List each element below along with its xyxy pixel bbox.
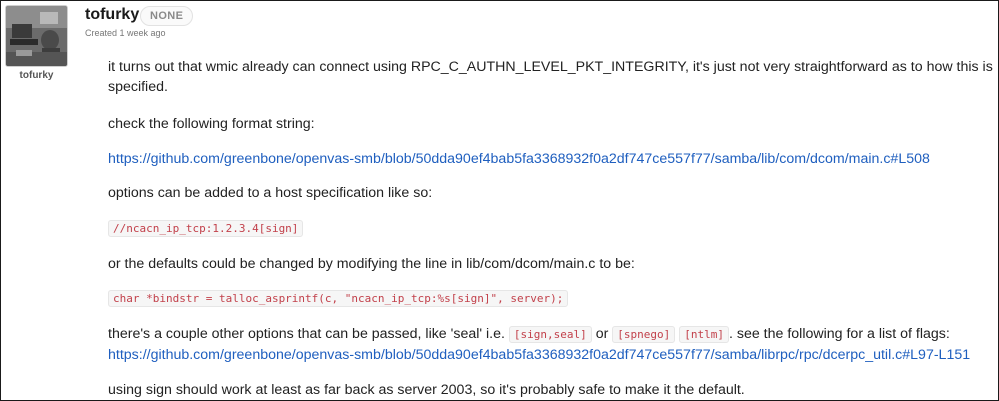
or-text: or <box>595 326 609 342</box>
post-paragraph-9: using sign should work at least as far b… <box>108 382 745 398</box>
post-paragraph-4: options can be added to a host specifica… <box>108 185 433 201</box>
role-badge: NONE <box>140 6 194 26</box>
created-timestamp: Created 1 week ago <box>85 28 166 38</box>
post-paragraph-8: there's a couple other options that can … <box>108 324 970 365</box>
sign-seal-code: [sign,seal] <box>508 326 592 343</box>
ntlm-code: [ntlm] <box>679 326 729 343</box>
flags-list-link[interactable]: https://github.com/greenbone/openvas-smb… <box>108 347 970 363</box>
avatar-caption: tofurky <box>19 70 54 81</box>
post-paragraph-7: char *bindstr = talloc_asprintf(c, "ncac… <box>108 288 569 309</box>
bindstr-code: char *bindstr = talloc_asprintf(c, "ncac… <box>108 290 569 307</box>
options-text: there's a couple other options that can … <box>108 326 505 342</box>
username[interactable]: tofurky <box>85 6 139 24</box>
post-paragraph-2: check the following format string: <box>108 116 315 132</box>
host-spec-code: //ncacn_ip_tcp:1.2.3.4[sign] <box>108 220 304 237</box>
spnego-code: [spnego] <box>612 326 676 343</box>
post-paragraph-1: it turns out that wmic already can conne… <box>108 59 993 95</box>
avatar-photo <box>6 6 67 66</box>
flags-text: . see the following for a list of flags: <box>728 326 950 342</box>
post-paragraph-3: https://github.com/greenbone/openvas-smb… <box>108 149 930 169</box>
post-paragraph-5: //ncacn_ip_tcp:1.2.3.4[sign] <box>108 218 304 239</box>
post-paragraph-6: or the defaults could be changed by modi… <box>108 256 635 272</box>
avatar[interactable] <box>5 5 68 67</box>
format-string-link[interactable]: https://github.com/greenbone/openvas-smb… <box>108 151 930 167</box>
